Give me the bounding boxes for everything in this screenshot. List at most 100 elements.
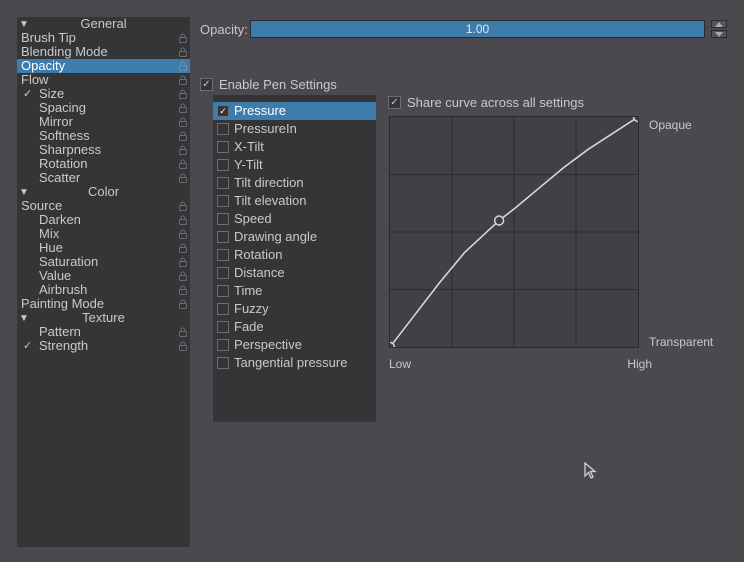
lock-icon[interactable] bbox=[178, 271, 188, 281]
lock-icon[interactable] bbox=[178, 173, 188, 183]
check-icon: ✓ bbox=[23, 87, 32, 101]
sidebar-item[interactable]: Saturation bbox=[17, 255, 190, 269]
lock-icon[interactable] bbox=[178, 89, 188, 99]
driver-item-label: Tangential pressure bbox=[234, 355, 347, 370]
sidebar-item[interactable]: Airbrush bbox=[17, 283, 190, 297]
driver-checkbox[interactable] bbox=[217, 213, 229, 225]
lock-icon[interactable] bbox=[178, 61, 188, 71]
curve-handle[interactable] bbox=[495, 216, 504, 225]
driver-checkbox[interactable] bbox=[217, 249, 229, 261]
driver-item[interactable]: Fuzzy bbox=[213, 300, 376, 318]
sidebar-item[interactable]: Source bbox=[17, 199, 190, 213]
driver-checkbox[interactable] bbox=[217, 123, 229, 135]
mouse-pointer-icon bbox=[584, 462, 598, 480]
driver-item[interactable]: Drawing angle bbox=[213, 228, 376, 246]
driver-item[interactable]: PressureIn bbox=[213, 120, 376, 138]
sidebar-item[interactable]: Mirror bbox=[17, 115, 190, 129]
lock-icon[interactable] bbox=[178, 33, 188, 43]
sidebar-item[interactable]: Flow bbox=[17, 73, 190, 87]
sidebar-item[interactable]: Softness bbox=[17, 129, 190, 143]
opacity-step-up[interactable] bbox=[711, 20, 727, 28]
driver-checkbox[interactable] bbox=[217, 321, 229, 333]
curve-editor[interactable] bbox=[389, 116, 639, 348]
driver-item-label: Pressure bbox=[234, 103, 286, 118]
lock-icon[interactable] bbox=[178, 215, 188, 225]
driver-item[interactable]: ✓ Pressure bbox=[213, 102, 376, 120]
lock-icon[interactable] bbox=[178, 47, 188, 57]
sidebar-item[interactable]: Rotation bbox=[17, 157, 190, 171]
share-curve-row: ✓ Share curve across all settings bbox=[388, 95, 584, 110]
category-header[interactable]: ▼Color bbox=[17, 185, 190, 199]
lock-icon[interactable] bbox=[178, 341, 188, 351]
driver-item[interactable]: Speed bbox=[213, 210, 376, 228]
driver-item-label: X-Tilt bbox=[234, 139, 264, 154]
sidebar-item[interactable]: Value bbox=[17, 269, 190, 283]
sidebar-item[interactable]: ✓Strength bbox=[17, 339, 190, 353]
sidebar-item[interactable]: Opacity bbox=[17, 59, 190, 73]
sidebar-item[interactable]: Scatter bbox=[17, 171, 190, 185]
lock-icon[interactable] bbox=[178, 103, 188, 113]
enable-pen-checkbox[interactable]: ✓ bbox=[200, 78, 213, 91]
category-header[interactable]: ▼General bbox=[17, 17, 190, 31]
sidebar-item-label: Strength bbox=[39, 338, 88, 353]
driver-checkbox[interactable] bbox=[217, 267, 229, 279]
driver-item[interactable]: Fade bbox=[213, 318, 376, 336]
lock-icon[interactable] bbox=[178, 327, 188, 337]
driver-checkbox[interactable] bbox=[217, 357, 229, 369]
lock-icon[interactable] bbox=[178, 257, 188, 267]
driver-checkbox[interactable] bbox=[217, 177, 229, 189]
driver-item[interactable]: Y-Tilt bbox=[213, 156, 376, 174]
driver-item[interactable]: Tilt direction bbox=[213, 174, 376, 192]
curve-label-high: High bbox=[622, 357, 652, 371]
lock-icon[interactable] bbox=[178, 75, 188, 85]
driver-checkbox[interactable] bbox=[217, 141, 229, 153]
driver-item[interactable]: Time bbox=[213, 282, 376, 300]
opacity-stepper bbox=[711, 20, 727, 38]
sidebar-item-label: Flow bbox=[21, 72, 48, 87]
sidebar-item[interactable]: Blending Mode bbox=[17, 45, 190, 59]
sidebar-item[interactable]: Painting Mode bbox=[17, 297, 190, 311]
sidebar-item[interactable]: Pattern bbox=[17, 325, 190, 339]
check-icon: ✓ bbox=[219, 102, 227, 120]
driver-checkbox[interactable] bbox=[217, 231, 229, 243]
driver-checkbox[interactable]: ✓ bbox=[217, 105, 229, 117]
sidebar-item[interactable]: Spacing bbox=[17, 101, 190, 115]
driver-checkbox[interactable] bbox=[217, 285, 229, 297]
driver-item[interactable]: X-Tilt bbox=[213, 138, 376, 156]
category-header[interactable]: ▼Texture bbox=[17, 311, 190, 325]
curve-label-low: Low bbox=[389, 357, 411, 371]
driver-item-label: Tilt elevation bbox=[234, 193, 307, 208]
lock-icon[interactable] bbox=[178, 201, 188, 211]
disclosure-icon[interactable]: ▼ bbox=[19, 312, 29, 326]
driver-item[interactable]: Tilt elevation bbox=[213, 192, 376, 210]
sidebar-item-label: Size bbox=[39, 86, 64, 101]
opacity-slider[interactable]: 1.00 bbox=[250, 20, 705, 38]
driver-item[interactable]: Distance bbox=[213, 264, 376, 282]
driver-checkbox[interactable] bbox=[217, 159, 229, 171]
lock-icon[interactable] bbox=[178, 117, 188, 127]
share-curve-checkbox[interactable]: ✓ bbox=[388, 96, 401, 109]
sidebar-item[interactable]: Mix bbox=[17, 227, 190, 241]
driver-item[interactable]: Perspective bbox=[213, 336, 376, 354]
sidebar-item[interactable]: Sharpness bbox=[17, 143, 190, 157]
lock-icon[interactable] bbox=[178, 285, 188, 295]
settings-right-panel: Opacity: 1.00 ✓ Enable Pen Settings ✓Pre… bbox=[200, 17, 727, 92]
sidebar-item[interactable]: Darken bbox=[17, 213, 190, 227]
category-title: Color bbox=[88, 184, 119, 199]
lock-icon[interactable] bbox=[178, 243, 188, 253]
lock-icon[interactable] bbox=[178, 229, 188, 239]
driver-checkbox[interactable] bbox=[217, 195, 229, 207]
opacity-step-down[interactable] bbox=[711, 30, 727, 38]
lock-icon[interactable] bbox=[178, 299, 188, 309]
lock-icon[interactable] bbox=[178, 159, 188, 169]
driver-item[interactable]: Tangential pressure bbox=[213, 354, 376, 372]
sidebar-item[interactable]: Brush Tip bbox=[17, 31, 190, 45]
driver-item[interactable]: Rotation bbox=[213, 246, 376, 264]
lock-icon[interactable] bbox=[178, 131, 188, 141]
curve-handle[interactable] bbox=[634, 117, 638, 121]
sidebar-item[interactable]: Hue bbox=[17, 241, 190, 255]
lock-icon[interactable] bbox=[178, 145, 188, 155]
sidebar-item[interactable]: ✓ Size bbox=[17, 87, 190, 101]
driver-checkbox[interactable] bbox=[217, 303, 229, 315]
driver-checkbox[interactable] bbox=[217, 339, 229, 351]
